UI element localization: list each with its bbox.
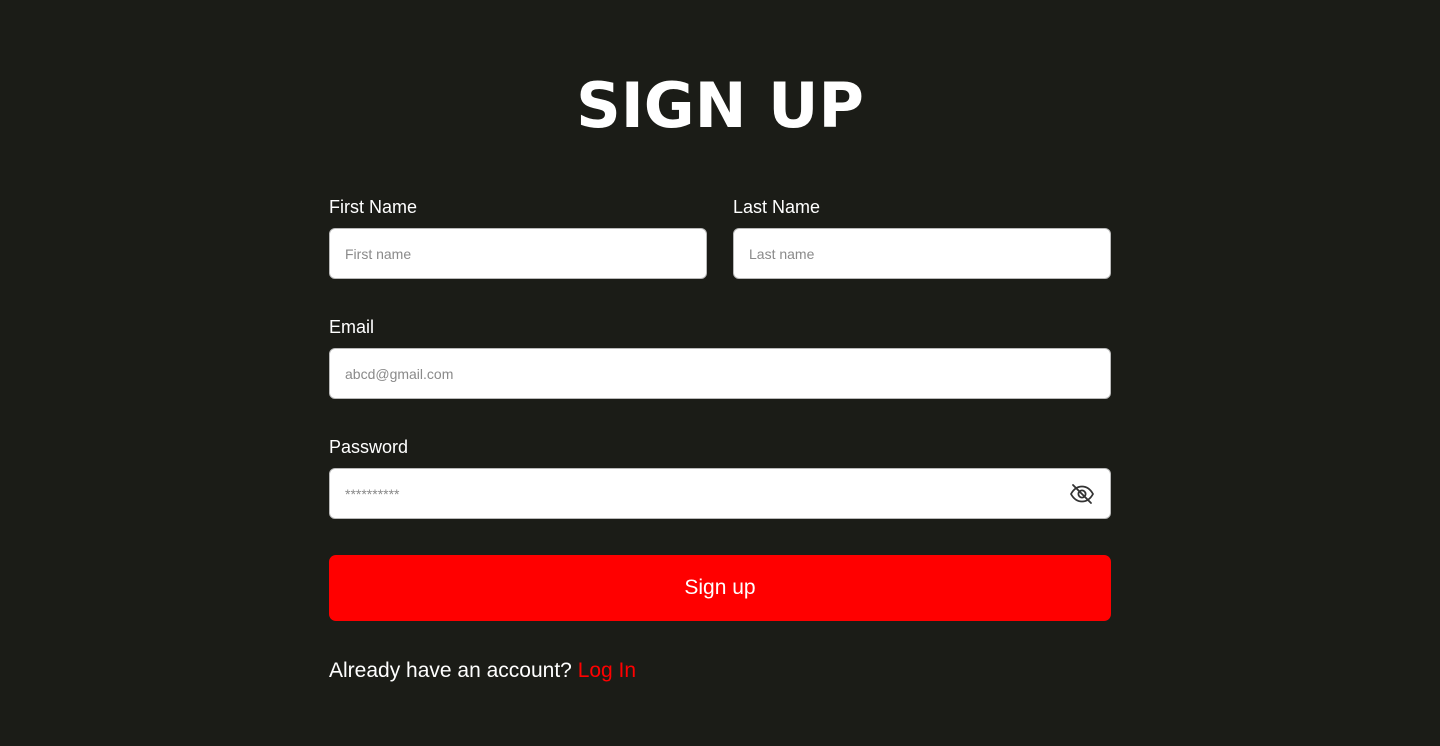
password-input-wrap — [329, 468, 1111, 519]
last-name-input[interactable] — [733, 228, 1111, 279]
page-title: SIGN UP — [576, 69, 864, 142]
signup-form: First Name Last Name Email Password — [329, 196, 1111, 684]
name-row: First Name Last Name — [329, 196, 1111, 279]
first-name-input[interactable] — [329, 228, 707, 279]
email-label: Email — [329, 317, 375, 337]
email-field: Email — [329, 316, 1111, 399]
first-name-label: First Name — [329, 197, 418, 217]
first-name-field: First Name — [329, 196, 707, 279]
email-input[interactable] — [329, 348, 1111, 399]
password-input[interactable] — [329, 468, 1111, 519]
last-name-input-wrap — [733, 228, 1111, 279]
last-name-label: Last Name — [733, 197, 821, 217]
login-link[interactable]: Log In — [578, 659, 636, 682]
password-label: Password — [329, 437, 409, 457]
sign-up-button[interactable]: Sign up — [329, 555, 1111, 621]
login-prompt: Already have an account? Log In — [329, 658, 1111, 684]
email-input-wrap — [329, 348, 1111, 399]
last-name-field: Last Name — [733, 196, 1111, 279]
eye-off-icon[interactable] — [1069, 482, 1095, 506]
password-field: Password — [329, 436, 1111, 519]
login-prompt-text: Already have an account? — [329, 659, 572, 682]
first-name-input-wrap — [329, 228, 707, 279]
